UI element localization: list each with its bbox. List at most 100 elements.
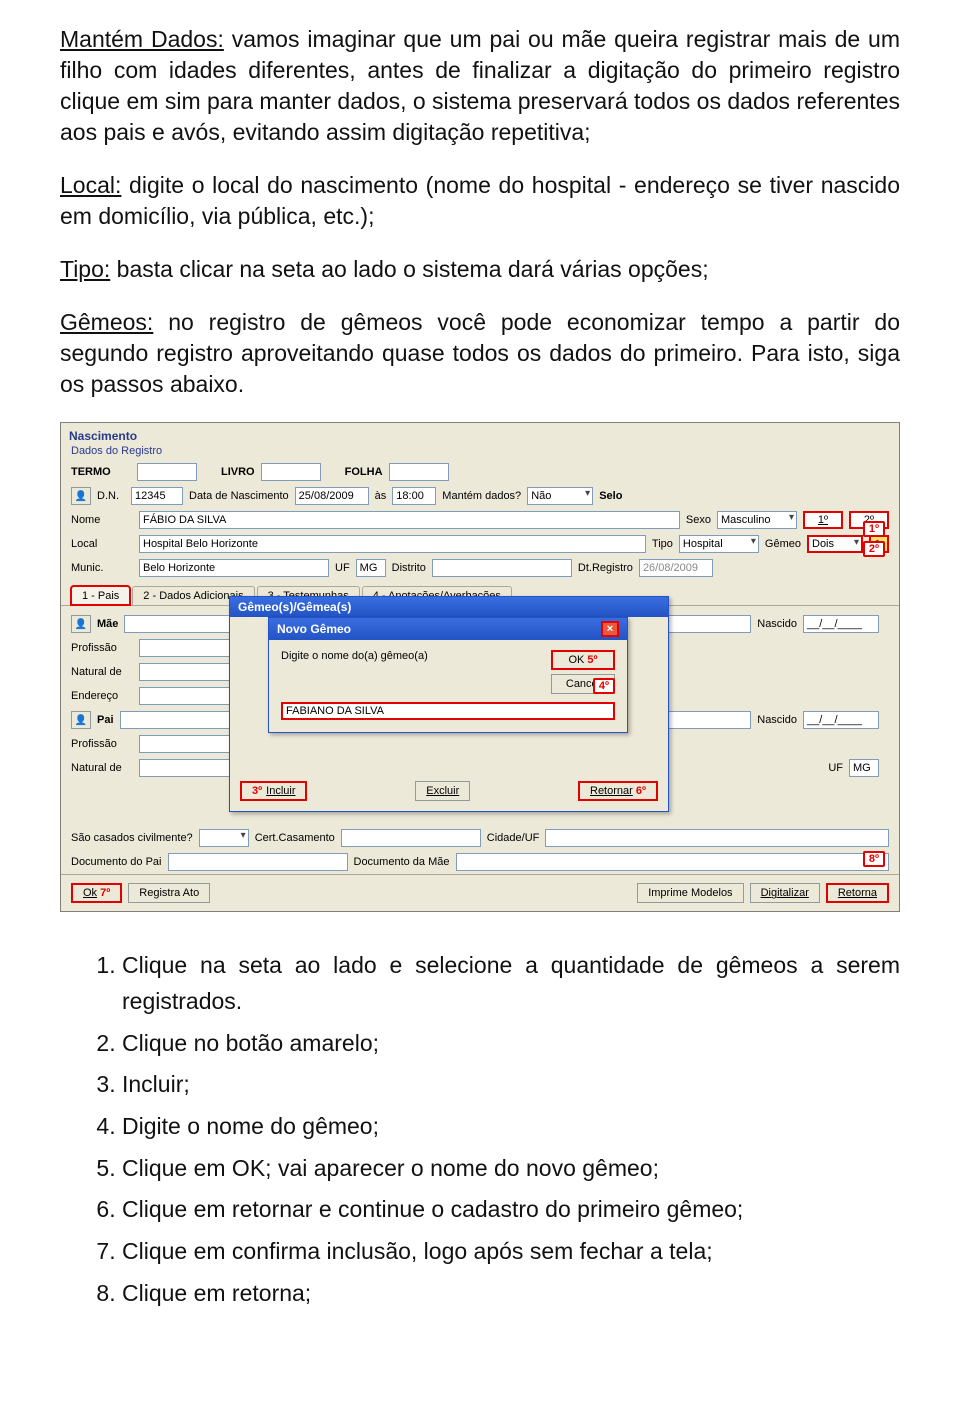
label-dn: D.N. (97, 490, 125, 502)
para-local: Local: digite o local do nascimento (nom… (60, 170, 900, 232)
label-docpai: Documento do Pai (71, 856, 162, 868)
retorna-button[interactable]: Retorna (826, 883, 889, 903)
input-distrito[interactable] (432, 559, 572, 577)
step-8: Clique em retorna; (122, 1276, 900, 1312)
label-munic: Munic. (71, 562, 133, 574)
step-6: Clique em retornar e continue o cadastro… (122, 1192, 900, 1228)
input-uf-pai[interactable]: MG (849, 759, 879, 777)
select-mantem[interactable]: Não (527, 487, 593, 505)
label-uf: UF (335, 562, 350, 574)
label-certcas: Cert.Casamento (255, 832, 335, 844)
screenshot-nascimento: Nascimento Dados do Registro TERMO LIVRO… (60, 422, 900, 912)
input-dtreg[interactable]: 26/08/2009 (639, 559, 713, 577)
imprime-modelos-button[interactable]: Imprime Modelos (637, 883, 743, 903)
step-2: Clique no botão amarelo; (122, 1026, 900, 1062)
step-1: Clique na seta ao lado e selecione a qua… (122, 948, 900, 1019)
input-nome[interactable]: FÁBIO DA SILVA (139, 511, 680, 529)
input-certcas[interactable] (341, 829, 481, 847)
label-cidadeuf: Cidade/UF (487, 832, 540, 844)
step-3: Incluir; (122, 1067, 900, 1103)
label-folha: FOLHA (345, 466, 383, 478)
input-cidadeuf[interactable] (545, 829, 889, 847)
dialog-prompt: Digite o nome do(a) gêmeo(a) (281, 650, 541, 694)
input-datanasc[interactable]: 25/08/2009 (295, 487, 369, 505)
pai-icon[interactable]: 👤 (71, 711, 91, 729)
para-gemeos: Gêmeos: no registro de gêmeos você pode … (60, 307, 900, 400)
select-gemeo[interactable]: Dois (807, 535, 863, 553)
label-gemeo: Gêmeo (765, 538, 801, 550)
label-gemeos: Gêmeos: (60, 309, 153, 335)
badge-8: 8º (863, 851, 885, 867)
label-as: às (375, 490, 387, 502)
label-selo: Selo (599, 490, 622, 502)
label-dtreg: Dt.Registro (578, 562, 633, 574)
step-5: Clique em OK; vai aparecer o nome do nov… (122, 1151, 900, 1187)
label-profissao-pai: Profissão (71, 738, 133, 750)
label-tipo-shot: Tipo (652, 538, 673, 550)
input-hora[interactable]: 18:00 (392, 487, 436, 505)
retornar-button[interactable]: Retornar 6º (578, 781, 658, 801)
label-tipo: Tipo: (60, 256, 110, 282)
label-distrito: Distrito (392, 562, 426, 574)
badge-4: 4º (593, 678, 615, 694)
label-mantem: Mantém dados? (442, 490, 521, 502)
mae-icon[interactable]: 👤 (71, 615, 91, 633)
para-tipo: Tipo: basta clicar na seta ao lado o sis… (60, 254, 900, 285)
tab-1-pais[interactable]: 1 - Pais (71, 586, 130, 605)
person-icon[interactable]: 👤 (71, 487, 91, 505)
label-uf-pai: UF (828, 762, 843, 774)
label-endereco-mae: Endereço (71, 690, 133, 702)
label-pai: Pai (97, 714, 114, 726)
input-nascido-mae[interactable]: __/__/____ (803, 615, 879, 633)
label-nascido-mae: Nascido (757, 618, 797, 630)
selo-1[interactable]: 1º (803, 511, 843, 529)
label-termo: TERMO (71, 466, 131, 478)
step-4: Digite o nome do gêmeo; (122, 1109, 900, 1145)
steps-list: Clique na seta ao lado e selecione a qua… (60, 948, 900, 1311)
label-livro: LIVRO (221, 466, 255, 478)
badge-2: 2º (863, 541, 885, 557)
text-tipo: basta clicar na seta ao lado o sistema d… (110, 256, 708, 282)
input-docpai[interactable] (168, 853, 348, 871)
label-profissao-mae: Profissão (71, 642, 133, 654)
input-uf[interactable]: MG (356, 559, 386, 577)
dialog-ok-button[interactable]: OK 5º (551, 650, 615, 670)
select-tipo[interactable]: Hospital (679, 535, 759, 553)
group-dados-registro: Dados do Registro (61, 445, 899, 460)
label-sexo: Sexo (686, 514, 711, 526)
excluir-button[interactable]: Excluir (415, 781, 470, 801)
step-7: Clique em confirma inclusão, logo após s… (122, 1234, 900, 1270)
incluir-button[interactable]: 3ºIncluir (240, 781, 307, 801)
select-sexo[interactable]: Masculino (717, 511, 797, 529)
select-casados[interactable] (199, 829, 249, 847)
input-gemeo-nome[interactable]: FABIANO DA SILVA (281, 702, 615, 720)
input-folha[interactable] (389, 463, 449, 481)
badge-1: 1º (863, 521, 885, 537)
label-docmae: Documento da Mãe (354, 856, 450, 868)
input-munic[interactable]: Belo Horizonte (139, 559, 329, 577)
ok-button[interactable]: Ok 7º (71, 883, 122, 903)
label-casados: São casados civilmente? (71, 832, 193, 844)
registra-ato-button[interactable]: Registra Ato (128, 883, 210, 903)
label-mae: Mãe (97, 618, 118, 630)
label-datanasc: Data de Nascimento (189, 490, 289, 502)
window-title: Nascimento (61, 423, 899, 445)
dialog-novo-title: Novo Gêmeo (277, 622, 351, 636)
label-local-shot: Local (71, 538, 133, 550)
input-local[interactable]: Hospital Belo Horizonte (139, 535, 646, 553)
input-livro[interactable] (261, 463, 321, 481)
label-natural-pai: Natural de (71, 762, 133, 774)
text-local: digite o local do nascimento (nome do ho… (60, 172, 900, 229)
label-nascido-pai: Nascido (757, 714, 797, 726)
label-mantem: Mantém Dados: (60, 26, 224, 52)
label-local: Local: (60, 172, 121, 198)
input-docmae[interactable] (456, 853, 890, 871)
label-natural-mae: Natural de (71, 666, 133, 678)
dialog-gemeos: Gêmeo(s)/Gêmea(s) Novo Gêmeo × Digite o … (229, 596, 669, 812)
input-dn[interactable]: 12345 (131, 487, 183, 505)
input-termo[interactable] (137, 463, 197, 481)
digitalizar-button[interactable]: Digitalizar (750, 883, 820, 903)
text-gemeos: no registro de gêmeos você pode economiz… (60, 309, 900, 397)
input-nascido-pai[interactable]: __/__/____ (803, 711, 879, 729)
close-icon[interactable]: × (601, 621, 619, 637)
